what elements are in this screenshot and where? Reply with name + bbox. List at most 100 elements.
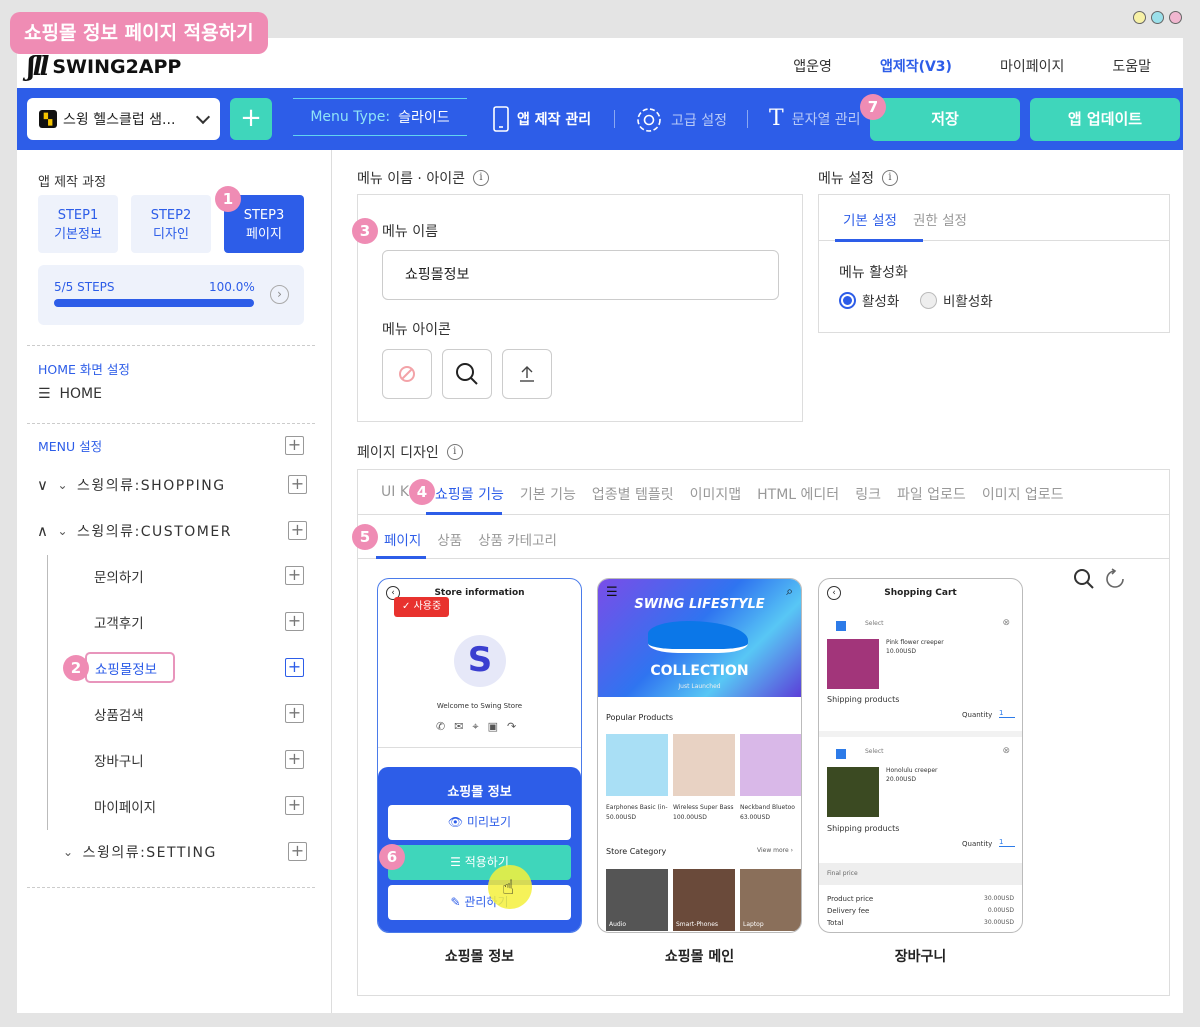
info-icon[interactable]: i — [472, 170, 489, 186]
category-title: Store Category — [606, 847, 667, 856]
menu-group-setting[interactable]: ⌄ 스윙의류:SETTING + — [63, 840, 307, 864]
tab-link[interactable]: 링크 — [855, 484, 881, 504]
design-tabs: UI K 쇼핑몰 기능 기본 기능 업종별 템플릿 이미지맵 HTML 에디터 … — [381, 484, 1064, 504]
home-settings-title: HOME 화면 설정 — [38, 362, 130, 377]
home-item[interactable]: ☰ HOME — [38, 386, 102, 402]
card-label: 쇼핑몰 메인 — [664, 949, 735, 965]
radio-unchecked[interactable] — [920, 291, 937, 309]
menu-name-input[interactable]: 쇼핑몰정보 — [382, 250, 779, 300]
radio-deactivate[interactable]: 비활성화 — [920, 290, 993, 310]
add-button[interactable]: + — [285, 658, 304, 677]
logo-mark: ʃll — [27, 52, 49, 82]
checkbox-icon — [836, 621, 846, 631]
app-manage-button[interactable]: 앱 제작 관리 — [493, 106, 591, 132]
category-image: Laptop — [740, 869, 801, 931]
app-frame: ʃll SWING2APP 앱운영 앱제작(V3) 마이페이지 도움말 ▚ 스윙… — [17, 38, 1183, 1013]
progress-percent: 100.0% — [209, 280, 255, 294]
template-card-shop-main[interactable]: ☰ ⌕ SWING LIFESTYLE COLLECTION Just Laun… — [597, 578, 802, 933]
menu-type-indicator[interactable]: Menu Type: 슬라이드 — [293, 98, 467, 136]
chevron-up-icon[interactable]: ∧ — [37, 522, 49, 540]
category-label: Audio — [609, 921, 627, 928]
final-price-label: Final price — [827, 870, 858, 877]
chevron-down-icon: ⌄ — [63, 845, 75, 859]
tab-ui-kit[interactable]: UI K — [381, 484, 409, 504]
advanced-settings-label: 고급 설정 — [671, 113, 727, 129]
gear-icon — [637, 108, 661, 132]
template-card-cart[interactable]: Shopping Cart ‹ Select ⊗ Pink flower cre… — [818, 578, 1023, 933]
add-button[interactable]: + — [285, 796, 304, 815]
tab-image-map[interactable]: 이미지맵 — [690, 484, 742, 504]
item-image — [827, 639, 879, 689]
card-label: 장바구니 — [894, 949, 947, 965]
nav-app-operate[interactable]: 앱운영 — [793, 56, 832, 76]
add-submenu-button[interactable]: + — [288, 521, 307, 540]
subtab-page[interactable]: 페이지 — [384, 529, 421, 549]
add-button[interactable]: + — [285, 612, 304, 631]
submenu-item[interactable]: 마이페이지 — [94, 796, 156, 816]
apply-button[interactable]: ☰ 적용하기 — [388, 845, 571, 880]
search-icon-button[interactable] — [442, 349, 492, 399]
chevron-right-icon[interactable]: › — [270, 285, 289, 304]
info-icon[interactable]: i — [881, 170, 898, 186]
progress-bar — [54, 299, 254, 307]
tab-html-editor[interactable]: HTML 에디터 — [757, 484, 839, 504]
app-update-button[interactable]: 앱 업데이트 — [1030, 98, 1180, 141]
radio-checked[interactable] — [839, 291, 856, 309]
tab-image-upload[interactable]: 이미지 업로드 — [982, 484, 1064, 504]
submenu-item-selected[interactable]: 쇼핑몰정보 — [85, 652, 175, 683]
add-button[interactable]: + — [285, 750, 304, 769]
quantity-input: 1 — [999, 709, 1015, 718]
menu-group-shopping[interactable]: ∨ ⌄ 스윙의류:SHOPPING + — [37, 473, 307, 497]
add-button[interactable]: + — [285, 566, 304, 585]
tab-shop-function[interactable]: 쇼핑몰 기능 — [435, 484, 504, 504]
menu-group-customer[interactable]: ∧ ⌄ 스윙의류:CUSTOMER + — [37, 519, 307, 543]
nav-mypage[interactable]: 마이페이지 — [1000, 56, 1064, 76]
total-value: 30.00USD — [984, 919, 1014, 926]
save-button[interactable]: 저장 — [870, 98, 1020, 141]
item-name: Pink flower creeper — [886, 639, 944, 646]
tab-permission-settings[interactable]: 권한 설정 — [913, 209, 967, 229]
dot-pink — [1169, 11, 1182, 24]
submenu-item[interactable]: 고객후기 — [94, 612, 144, 632]
upload-icon-button[interactable] — [502, 349, 552, 399]
add-menu-button[interactable]: + — [285, 436, 304, 455]
tab-templates[interactable]: 업종별 템플릿 — [592, 484, 674, 504]
preview-button[interactable]: 👁 미리보기 — [388, 805, 571, 840]
no-icon-button[interactable] — [382, 349, 432, 399]
logo[interactable]: ʃll SWING2APP — [27, 52, 181, 82]
project-select[interactable]: ▚ 스윙 헬스클럽 샘... — [27, 98, 220, 140]
active-tab-underline — [426, 512, 502, 515]
step-marker-5: 5 — [352, 524, 378, 550]
add-button[interactable]: + — [285, 704, 304, 723]
add-submenu-button[interactable]: + — [288, 475, 307, 494]
menu-icon-label: 메뉴 아이콘 — [382, 322, 451, 338]
radio-activate[interactable]: 활성화 — [839, 290, 899, 310]
info-icon[interactable]: i — [446, 444, 463, 460]
tab-basic-function[interactable]: 기본 기능 — [520, 484, 576, 504]
add-project-button[interactable]: + — [230, 98, 272, 140]
tab-file-upload[interactable]: 파일 업로드 — [897, 484, 966, 504]
shipping-label: Shipping products — [827, 695, 900, 704]
quantity-input: 1 — [999, 838, 1015, 847]
submenu-item[interactable]: 상품검색 — [94, 704, 144, 724]
add-submenu-button[interactable]: + — [288, 842, 307, 861]
advanced-settings-button[interactable]: 고급 설정 — [635, 106, 727, 134]
string-manage-button[interactable]: T 문자열 관리 — [769, 106, 861, 131]
search-icon[interactable] — [1073, 568, 1095, 590]
template-card-store-info[interactable]: Store information ‹ ✓ 사용중 S Welcome to S… — [377, 578, 582, 933]
subtab-product[interactable]: 상품 — [437, 529, 462, 549]
manage-button[interactable]: ✎ 관리하기 — [388, 885, 571, 920]
subtab-category[interactable]: 상품 카테고리 — [478, 529, 557, 549]
title-badge: 쇼핑몰 정보 페이지 적용하기 — [10, 12, 268, 54]
step1-button[interactable]: STEP1 기본정보 — [38, 195, 118, 253]
refresh-icon[interactable] — [1104, 568, 1126, 590]
tab-basic-settings[interactable]: 기본 설정 — [843, 209, 897, 229]
overlay-title: 쇼핑몰 정보 — [447, 785, 512, 800]
step2-button[interactable]: STEP2 디자인 — [131, 195, 211, 253]
chevron-down-icon[interactable]: ∨ — [37, 476, 49, 494]
nav-help[interactable]: 도움말 — [1112, 56, 1151, 76]
submenu-item[interactable]: 문의하기 — [94, 566, 144, 586]
nav-app-build[interactable]: 앱제작(V3) — [880, 56, 952, 76]
submenu-item[interactable]: 장바구니 — [94, 750, 144, 770]
menu-settings-label: 메뉴 설정 — [818, 171, 874, 187]
